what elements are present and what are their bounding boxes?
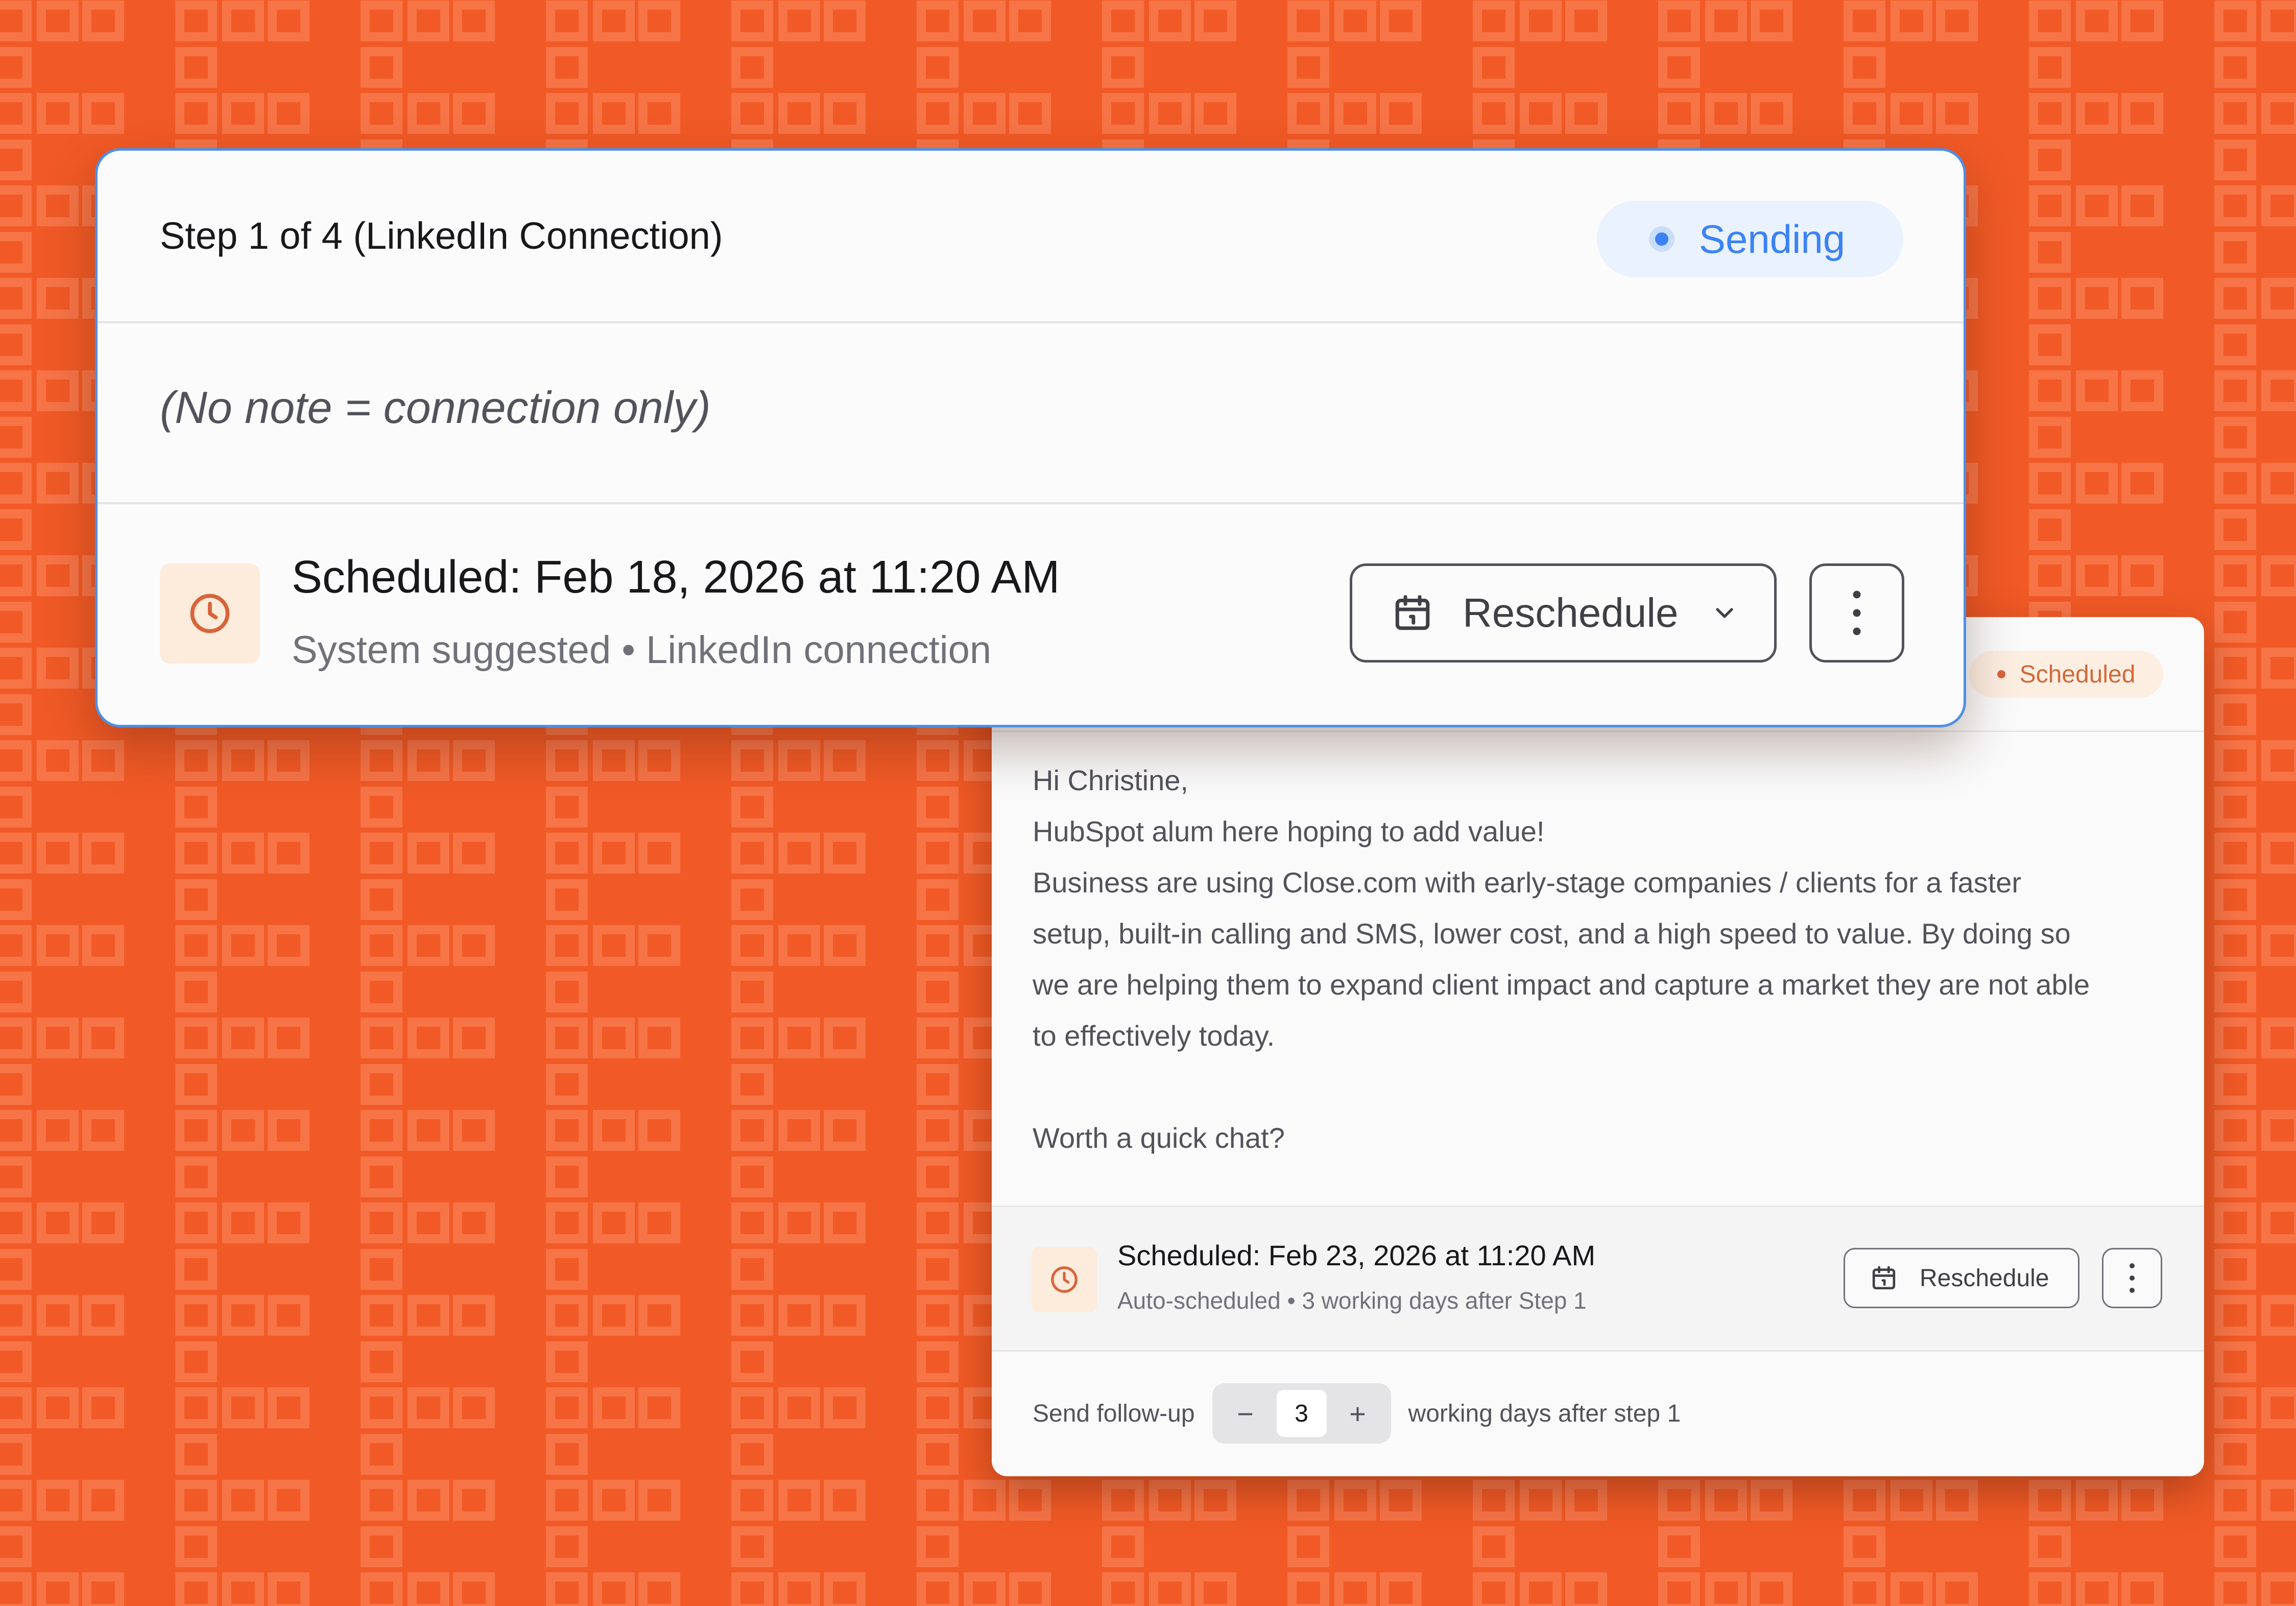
step2-schedule-row: Scheduled: Feb 23, 2026 at 11:20 AM Auto… bbox=[992, 1206, 2204, 1352]
note-placeholder: (No note = connection only) bbox=[160, 382, 711, 433]
message-line: setup, built-in calling and SMS, lower c… bbox=[1033, 917, 2071, 950]
increment-button[interactable]: + bbox=[1345, 1397, 1371, 1430]
chevron-down-icon bbox=[1710, 599, 1739, 627]
message-line: HubSpot alum here hoping to add value! bbox=[1033, 815, 1545, 847]
clock-icon bbox=[1032, 1247, 1097, 1312]
decrement-button[interactable]: − bbox=[1233, 1397, 1258, 1430]
scheduled-title: Scheduled: Feb 18, 2026 at 11:20 AM bbox=[292, 552, 1060, 603]
message-line: we are helping them to expand client imp… bbox=[1033, 969, 2090, 1001]
scheduled-subtitle: Auto-scheduled • 3 working days after St… bbox=[1117, 1287, 1587, 1314]
step-title: Step 1 of 4 (LinkedIn Connection) bbox=[160, 215, 723, 257]
status-dot-icon bbox=[1655, 232, 1668, 246]
clock-icon bbox=[160, 563, 260, 664]
step1-card: Step 1 of 4 (LinkedIn Connection) Sendin… bbox=[95, 148, 1966, 727]
step1-header: Step 1 of 4 (LinkedIn Connection) Sendin… bbox=[98, 151, 1964, 323]
followup-prefix: Send follow-up bbox=[1033, 1400, 1195, 1427]
status-label: Sending bbox=[1699, 216, 1846, 262]
scheduled-title: Scheduled: Feb 23, 2026 at 11:20 AM bbox=[1117, 1239, 1596, 1271]
calendar-icon bbox=[1391, 592, 1434, 634]
reschedule-button[interactable]: Reschedule bbox=[1350, 563, 1777, 663]
followup-suffix: working days after step 1 bbox=[1408, 1400, 1681, 1427]
status-badge-sending: Sending bbox=[1597, 201, 1903, 277]
message-spacer bbox=[1033, 1061, 2166, 1113]
step1-schedule-row: Scheduled: Feb 18, 2026 at 11:20 AM Syst… bbox=[98, 502, 1964, 725]
more-options-button[interactable] bbox=[1809, 563, 1904, 663]
connection-note[interactable]: (No note = connection only) bbox=[98, 321, 1964, 504]
message-line: Hi Christine, bbox=[1033, 764, 1188, 796]
message-body[interactable]: Hi Christine, HubSpot alum here hoping t… bbox=[1033, 755, 2166, 1164]
working-days-input[interactable]: 3 bbox=[1276, 1390, 1327, 1437]
working-days-stepper: − 3 + bbox=[1212, 1383, 1391, 1444]
followup-row: Send follow-up − 3 + working days after … bbox=[1033, 1383, 1681, 1444]
scheduled-subtitle: System suggested • LinkedIn connection bbox=[292, 628, 992, 672]
reschedule-label: Reschedule bbox=[1463, 590, 1679, 635]
reschedule-button[interactable]: Reschedule bbox=[1844, 1248, 2079, 1308]
more-vertical-icon bbox=[1852, 588, 1862, 637]
message-line: to effectively today. bbox=[1033, 1020, 1275, 1052]
message-line: Worth a quick chat? bbox=[1033, 1122, 1285, 1154]
message-line: Business are using Close.com with early-… bbox=[1033, 866, 2021, 899]
reschedule-label: Reschedule bbox=[1920, 1264, 2049, 1292]
step2-card: Scheduled Hi Christine, HubSpot alum her… bbox=[992, 617, 2204, 1476]
status-dot-icon bbox=[1997, 670, 2005, 678]
calendar-icon bbox=[1870, 1264, 1898, 1292]
more-vertical-icon bbox=[2128, 1262, 2136, 1294]
more-options-button[interactable] bbox=[2102, 1248, 2162, 1308]
status-label: Scheduled bbox=[2019, 660, 2136, 688]
status-badge-scheduled: Scheduled bbox=[1969, 651, 2163, 698]
